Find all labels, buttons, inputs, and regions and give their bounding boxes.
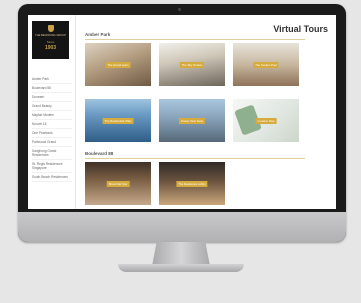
- sidebar-item-nouvel-18[interactable]: Nouvel 18: [32, 120, 72, 129]
- sidebar-item-south-beach[interactable]: South Beach Residences: [32, 173, 72, 182]
- section-heading-boulevard-88: Boulevard 88: [85, 151, 114, 156]
- tour-label: The Residential Villas: [102, 117, 134, 124]
- tour-label: Show Flat Tour: [106, 180, 130, 187]
- monitor-chin: [18, 212, 346, 242]
- tour-label: The Sky Terrace: [179, 61, 205, 68]
- section-divider: [85, 158, 305, 159]
- tour-label: The Grand Lawn: [105, 61, 131, 68]
- brand-logo[interactable]: THE BEGINNING GROUP Since 1903: [32, 21, 69, 59]
- sidebar-item-parkwood-grand[interactable]: Parkwood Grand: [32, 138, 72, 147]
- tour-tile[interactable]: The Sunken Pool: [233, 43, 299, 86]
- sidebar-item-boulevard-88[interactable]: Boulevard 88: [32, 84, 72, 93]
- monitor-stand: [152, 242, 210, 266]
- logo-year: 1903: [44, 45, 57, 51]
- section-divider: [85, 39, 305, 40]
- tour-label: The Residence Lobby: [176, 180, 208, 187]
- tour-tile[interactable]: Location Map: [233, 99, 299, 142]
- tour-tile[interactable]: The Sky Terrace: [159, 43, 225, 86]
- camera-dot: [178, 8, 181, 11]
- sidebar-item-st-regis[interactable]: St. Regis Residences Singapore: [32, 160, 72, 173]
- sidebar-nav: Amber Park Boulevard 88 Dunearn Grand Be…: [32, 75, 72, 182]
- logo-since: Since: [46, 40, 55, 44]
- page-title: Virtual Tours: [273, 24, 328, 34]
- sidebar-item-dunearn[interactable]: Dunearn: [32, 93, 72, 102]
- tour-tile[interactable]: The Residence Lobby: [159, 162, 225, 205]
- logo-text: THE BEGINNING GROUP: [35, 34, 66, 37]
- sidebar-item-grand-beauty[interactable]: Grand Beauty: [32, 102, 72, 111]
- tour-tile[interactable]: Show Flat Tour: [85, 162, 151, 205]
- website-screen: THE BEGINNING GROUP Since 1903 Amber Par…: [28, 15, 336, 209]
- sidebar-item-amber-park[interactable]: Amber Park: [32, 75, 72, 84]
- sidebar-item-sanghong-grand[interactable]: Sanghong Grand Residences: [32, 147, 72, 160]
- crest-icon: [47, 25, 54, 32]
- tour-tile[interactable]: The Residential Villas: [85, 99, 151, 142]
- tour-label: Location Map: [255, 117, 277, 124]
- sidebar-item-mayfair-modern[interactable]: Mayfair Modern: [32, 111, 72, 120]
- monitor-frame: THE BEGINNING GROUP Since 1903 Amber Par…: [18, 4, 346, 242]
- section-heading-amber-park: Amber Park: [85, 32, 111, 37]
- tour-label: The Sunken Pool: [253, 61, 279, 68]
- tour-tile[interactable]: Ocean View Suite: [159, 99, 225, 142]
- sidebar-item-one-pearbank[interactable]: One Pearbank: [32, 129, 72, 138]
- tour-tile[interactable]: The Grand Lawn: [85, 43, 151, 86]
- main-content: Virtual Tours Amber Park The Grand Lawn …: [80, 15, 336, 209]
- monitor-base: [118, 264, 244, 272]
- tour-label: Ocean View Suite: [178, 117, 206, 124]
- sidebar: THE BEGINNING GROUP Since 1903 Amber Par…: [28, 15, 76, 209]
